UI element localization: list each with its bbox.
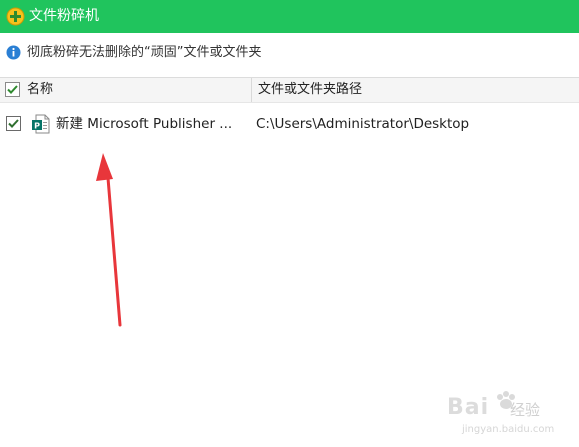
column-divider[interactable] [251,78,252,102]
watermark-brand-suffix: 经验 [510,401,541,419]
file-shredder-window: 文件粉碎机 彻底粉碎无法删除的“顽固”文件或文件夹 名称 文件或文件夹路径 P [0,0,579,447]
table-header: 名称 文件或文件夹路径 [0,77,579,103]
select-all-checkbox[interactable] [5,82,20,97]
info-text: 彻底粉碎无法删除的“顽固”文件或文件夹 [27,45,262,60]
app-plus-icon [6,7,25,26]
title-bar: 文件粉碎机 [0,0,579,33]
column-header-path[interactable]: 文件或文件夹路径 [258,81,362,98]
window-title: 文件粉碎机 [29,8,99,24]
publisher-file-icon: P [32,114,50,134]
row-checkbox[interactable] [6,116,21,131]
svg-text:P: P [34,121,40,130]
column-header-name[interactable]: 名称 [27,81,53,98]
info-icon [6,45,21,60]
info-bar: 彻底粉碎无法删除的“顽固”文件或文件夹 [0,40,579,68]
watermark-brand: Bai [447,395,490,420]
table-row[interactable]: P 新建 Microsoft Publisher ... C:\Users\Ad… [0,112,579,136]
row-file-name: 新建 Microsoft Publisher ... [56,116,233,132]
watermark-url: jingyan.baidu.com [462,424,555,435]
row-file-path: C:\Users\Administrator\Desktop [256,116,470,132]
